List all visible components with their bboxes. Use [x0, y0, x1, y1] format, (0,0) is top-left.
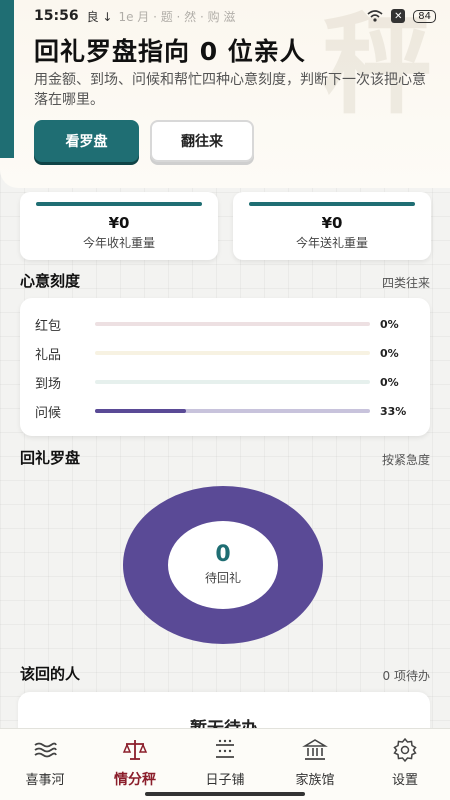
home-indicator [145, 792, 305, 796]
compass-donut[interactable]: 0 待回礼 [123, 486, 323, 644]
status-bar: 15:56 良 ↓ 1e 月 · 题 · 然 · 购 滋 ✕ 84 [0, 0, 450, 32]
tab-label: 喜事河 [25, 773, 65, 788]
stat-accent-bar [249, 202, 415, 206]
stat-accent-bar [36, 202, 202, 206]
view-compass-button[interactable]: 看罗盘 [34, 120, 139, 162]
intent-track [95, 351, 370, 355]
stat-card-sent: ¥0 今年送礼重量 [233, 192, 431, 260]
browse-records-button[interactable]: 翻往来 [150, 120, 254, 162]
tab-settings[interactable]: 设置 [360, 729, 450, 800]
intent-percent: 0% [380, 375, 399, 389]
waves-icon [34, 742, 57, 758]
page-subtitle: 用金额、到场、问候和帮忙四种心意刻度，判断下一次该把心意落在哪里。 [34, 72, 426, 108]
intent-label: 到场 [35, 376, 62, 392]
tab-qingfencheng[interactable]: 情分秤 [90, 729, 180, 800]
tab-label: 情分秤 [114, 772, 156, 788]
stat-value: ¥0 [108, 214, 130, 232]
stat-card-received: ¥0 今年收礼重量 [20, 192, 218, 260]
tab-label: 设置 [391, 773, 418, 788]
intent-label: 红包 [35, 318, 62, 334]
page-title: 回礼罗盘指向 0 位亲人 [34, 37, 306, 66]
intent-row: 红包 0% [35, 314, 415, 334]
status-right-icons: ✕ 84 [367, 9, 436, 23]
status-notification-icons: 良 ↓ [86, 9, 113, 24]
intent-track [95, 380, 370, 384]
intent-section-hint: 四类往来 [381, 276, 430, 290]
intent-label: 礼品 [35, 347, 62, 363]
intent-percent: 0% [380, 317, 399, 331]
tab-xishihe[interactable]: 喜事河 [0, 729, 90, 800]
status-ghost-text: 1e 月 · 题 · 然 · 购 滋 [118, 9, 236, 24]
intent-track [95, 409, 370, 413]
tab-jiazuguan[interactable]: 家族馆 [270, 729, 360, 800]
scale-icon [122, 740, 148, 760]
pending-return-label: 待回礼 [204, 571, 241, 585]
intent-percent: 0% [380, 346, 399, 360]
wifi-icon [367, 10, 383, 22]
battery-indicator: 84 [413, 9, 436, 23]
tab-label: 日子铺 [205, 773, 245, 788]
pending-return-count: 0 [215, 542, 231, 567]
compass-section-title: 回礼罗盘 [20, 449, 81, 467]
close-box-icon: ✕ [391, 9, 406, 23]
intent-fill [95, 409, 186, 413]
intent-track [95, 322, 370, 326]
status-time: 15:56 [34, 8, 79, 24]
stat-label: 今年收礼重量 [82, 236, 155, 250]
intent-row: 礼品 0% [35, 343, 415, 363]
intent-label: 问候 [35, 405, 62, 421]
intent-card: 红包 0% 礼品 0% 到场 0% 问候 33% [20, 298, 430, 436]
calendar-dots-icon [216, 739, 234, 758]
museum-icon [302, 739, 328, 760]
stat-label: 今年送礼重量 [295, 236, 368, 250]
pending-section-hint: 0 项待办 [382, 669, 430, 683]
tab-label: 家族馆 [295, 773, 335, 788]
stat-value: ¥0 [321, 214, 343, 232]
compass-section-hint: 按紧急度 [381, 453, 430, 467]
gear-icon [393, 737, 417, 763]
bottom-tab-bar: 喜事河 情分秤 日子铺 家族馆 设置 [0, 728, 450, 800]
hero-card: 秤 15:56 良 ↓ 1e 月 · 题 · 然 · 购 滋 ✕ 84 回礼罗盘… [0, 0, 450, 188]
intent-section-title: 心意刻度 [20, 272, 81, 290]
intent-row: 到场 0% [35, 372, 415, 392]
intent-row: 问候 33% [35, 401, 415, 421]
tab-rizipu[interactable]: 日子铺 [180, 729, 270, 800]
pending-section-title: 该回的人 [20, 665, 81, 683]
intent-percent: 33% [380, 404, 407, 418]
donut-center: 0 待回礼 [123, 542, 323, 586]
